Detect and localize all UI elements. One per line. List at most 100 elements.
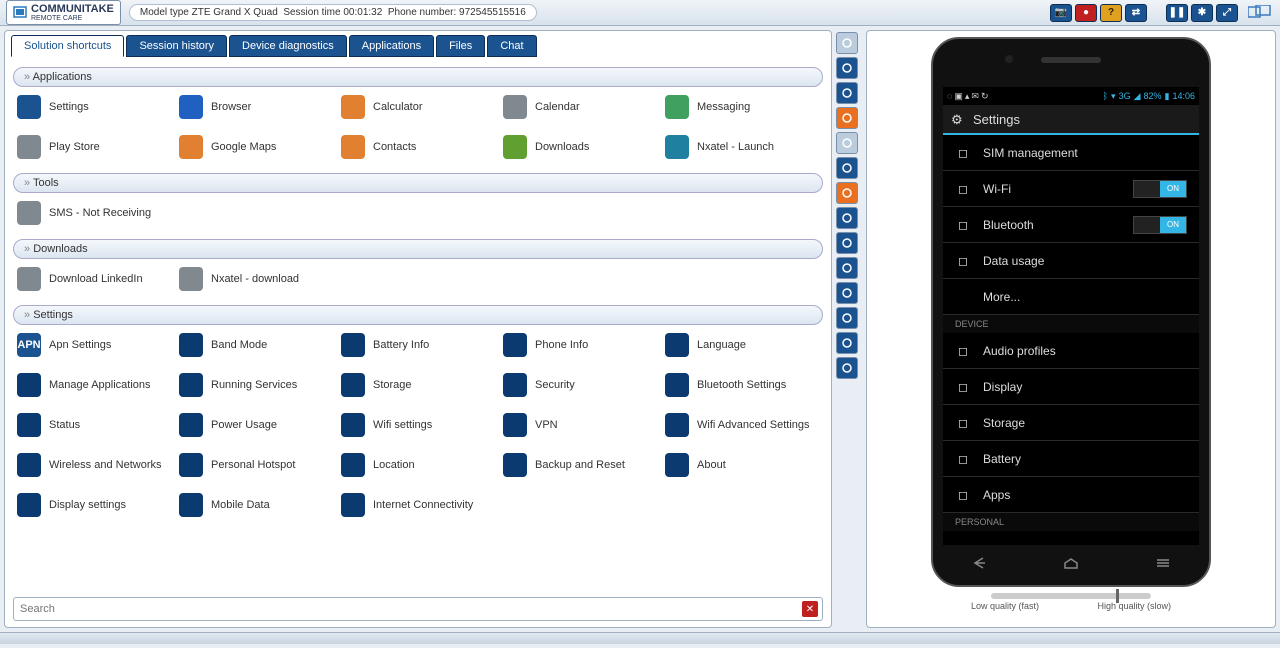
list-icon[interactable] — [836, 357, 858, 379]
shortcut-label: Power Usage — [211, 419, 277, 431]
notif2-icon: ▴ — [965, 91, 970, 102]
snowflake-icon[interactable]: ✱ — [1191, 4, 1213, 22]
shortcut-mobile-data[interactable]: Mobile Data — [175, 485, 337, 525]
shortcut-security[interactable]: Security — [499, 365, 661, 405]
shortcut-status[interactable]: Status — [13, 405, 175, 445]
line-icon[interactable] — [836, 107, 858, 129]
audio-icon: ◻ — [955, 343, 971, 359]
shortcut-band-mode[interactable]: Band Mode — [175, 325, 337, 365]
shortcut-messaging[interactable]: Messaging — [661, 87, 823, 127]
settings-row-more-[interactable]: More... — [943, 279, 1199, 315]
shortcut-contacts[interactable]: Contacts — [337, 127, 499, 167]
shortcut-wifi-settings[interactable]: Wifi settings — [337, 405, 499, 445]
shortcut-bluetooth-settings[interactable]: Bluetooth Settings — [661, 365, 823, 405]
settings-icon: ⚙ — [951, 112, 965, 126]
menu-button[interactable] — [1153, 556, 1173, 570]
tab-label: Session history — [139, 40, 214, 52]
shortcut-vpn[interactable]: VPN — [499, 405, 661, 445]
shortcut-personal-hotspot[interactable]: Personal Hotspot — [175, 445, 337, 485]
shortcut-location[interactable]: Location — [337, 445, 499, 485]
shortcut-nxatel-launch[interactable]: Nxatel - Launch — [661, 127, 823, 167]
home-icon[interactable] — [836, 332, 858, 354]
shortcut-power-usage[interactable]: Power Usage — [175, 405, 337, 445]
language-icon — [665, 333, 689, 357]
target-icon[interactable] — [836, 182, 858, 204]
expand-icon[interactable]: ⤢ — [1216, 4, 1238, 22]
tab-session-history[interactable]: Session history — [126, 35, 227, 57]
row-label: Battery — [983, 452, 1021, 466]
shortcut-apn-settings[interactable]: APNApn Settings — [13, 325, 175, 365]
shortcut-settings[interactable]: Settings — [13, 87, 175, 127]
pause-icon[interactable]: ❚❚ — [1166, 4, 1188, 22]
shortcut-calendar[interactable]: Calendar — [499, 87, 661, 127]
bluetooth-icon: ◻ — [955, 217, 971, 233]
settings-row-storage[interactable]: ◻Storage — [943, 405, 1199, 441]
help-icon[interactable]: ? — [1100, 4, 1122, 22]
tab-files[interactable]: Files — [436, 35, 485, 57]
shortcut-play-store[interactable]: Play Store — [13, 127, 175, 167]
shortcut-display-settings[interactable]: Display settings — [13, 485, 175, 525]
toggle[interactable]: ON — [1133, 180, 1187, 198]
text-icon[interactable] — [836, 282, 858, 304]
settings-row-bluetooth[interactable]: ◻BluetoothON — [943, 207, 1199, 243]
undo-icon[interactable] — [836, 307, 858, 329]
shortcut-nxatel-download[interactable]: Nxatel - download — [175, 259, 337, 299]
tab-chat[interactable]: Chat — [487, 35, 536, 57]
apn-icon: APN — [17, 333, 41, 357]
shortcut-calculator[interactable]: Calculator — [337, 87, 499, 127]
circle-icon[interactable] — [836, 82, 858, 104]
toggle[interactable]: ON — [1133, 216, 1187, 234]
back-button[interactable] — [969, 556, 989, 570]
dotcircle-icon[interactable] — [836, 207, 858, 229]
clear-search-button[interactable]: ✕ — [802, 601, 818, 617]
settings-row-sim-management[interactable]: ◻SIM management — [943, 135, 1199, 171]
shortcut-manage-applications[interactable]: Manage Applications — [13, 365, 175, 405]
clock: 14:06 — [1172, 91, 1195, 101]
camera-icon[interactable]: 📷 — [1050, 4, 1072, 22]
bluetooth-status-icon: ᛒ — [1103, 91, 1108, 101]
www-icon[interactable] — [836, 257, 858, 279]
shortcut-browser[interactable]: Browser — [175, 87, 337, 127]
settings-row-apps[interactable]: ◻Apps — [943, 477, 1199, 513]
tab-solution-shortcuts[interactable]: Solution shortcuts — [11, 35, 124, 57]
settings-row-wi-fi[interactable]: ◻Wi-FiON — [943, 171, 1199, 207]
shortcut-downloads[interactable]: Downloads — [499, 127, 661, 167]
shortcut-wireless-and-networks[interactable]: Wireless and Networks — [13, 445, 175, 485]
rect-icon[interactable] — [836, 132, 858, 154]
search-input[interactable] — [14, 603, 802, 615]
shortcut-running-services[interactable]: Running Services — [175, 365, 337, 405]
settings-row-audio-profiles[interactable]: ◻Audio profiles — [943, 333, 1199, 369]
shortcut-download-linkedin[interactable]: Download LinkedIn — [13, 259, 175, 299]
shortcut-wifi-advanced-settings[interactable]: Wifi Advanced Settings — [661, 405, 823, 445]
shortcut-internet-connectivity[interactable]: Internet Connectivity — [337, 485, 499, 525]
quality-control: Low quality (fast) High quality (slow) — [867, 593, 1275, 611]
transfer-icon[interactable]: ⇄ — [1125, 4, 1147, 22]
shortcut-storage[interactable]: Storage — [337, 365, 499, 405]
shortcut-backup-and-reset[interactable]: Backup and Reset — [499, 445, 661, 485]
wave-icon[interactable] — [836, 57, 858, 79]
network-icon[interactable] — [836, 232, 858, 254]
shortcut-label: Nxatel - Launch — [697, 141, 774, 153]
band-icon — [179, 333, 203, 357]
quality-slider[interactable] — [991, 593, 1151, 599]
wifi-status-icon: ▾ — [1111, 91, 1116, 102]
settings-row-battery[interactable]: ◻Battery — [943, 441, 1199, 477]
shortcut-language[interactable]: Language — [661, 325, 823, 365]
record-icon[interactable]: ● — [1075, 4, 1097, 22]
shortcut-phone-info[interactable]: Phone Info — [499, 325, 661, 365]
settings-row-data-usage[interactable]: ◻Data usage — [943, 243, 1199, 279]
shortcut-google-maps[interactable]: Google Maps — [175, 127, 337, 167]
settings-row-display[interactable]: ◻Display — [943, 369, 1199, 405]
shortcut-about[interactable]: About — [661, 445, 823, 485]
tab-applications[interactable]: Applications — [349, 35, 434, 57]
phone-screen[interactable]: ◌ ▣ ▴ ✉ ↻ ᛒ ▾ 3G ◢ 82% ▮ 14:06 — [943, 87, 1199, 545]
fillcircle-icon[interactable] — [836, 157, 858, 179]
windows-icon[interactable] — [1246, 4, 1274, 22]
home-button[interactable] — [1061, 556, 1081, 570]
tab-device-diagnostics[interactable]: Device diagnostics — [229, 35, 347, 57]
calendar-icon — [503, 95, 527, 119]
shortcut-sms-not-receiving[interactable]: SMS - Not Receiving — [13, 193, 175, 233]
shortcut-battery-info[interactable]: Battery Info — [337, 325, 499, 365]
pointer-icon[interactable] — [836, 32, 858, 54]
shortcut-label: Play Store — [49, 141, 100, 153]
